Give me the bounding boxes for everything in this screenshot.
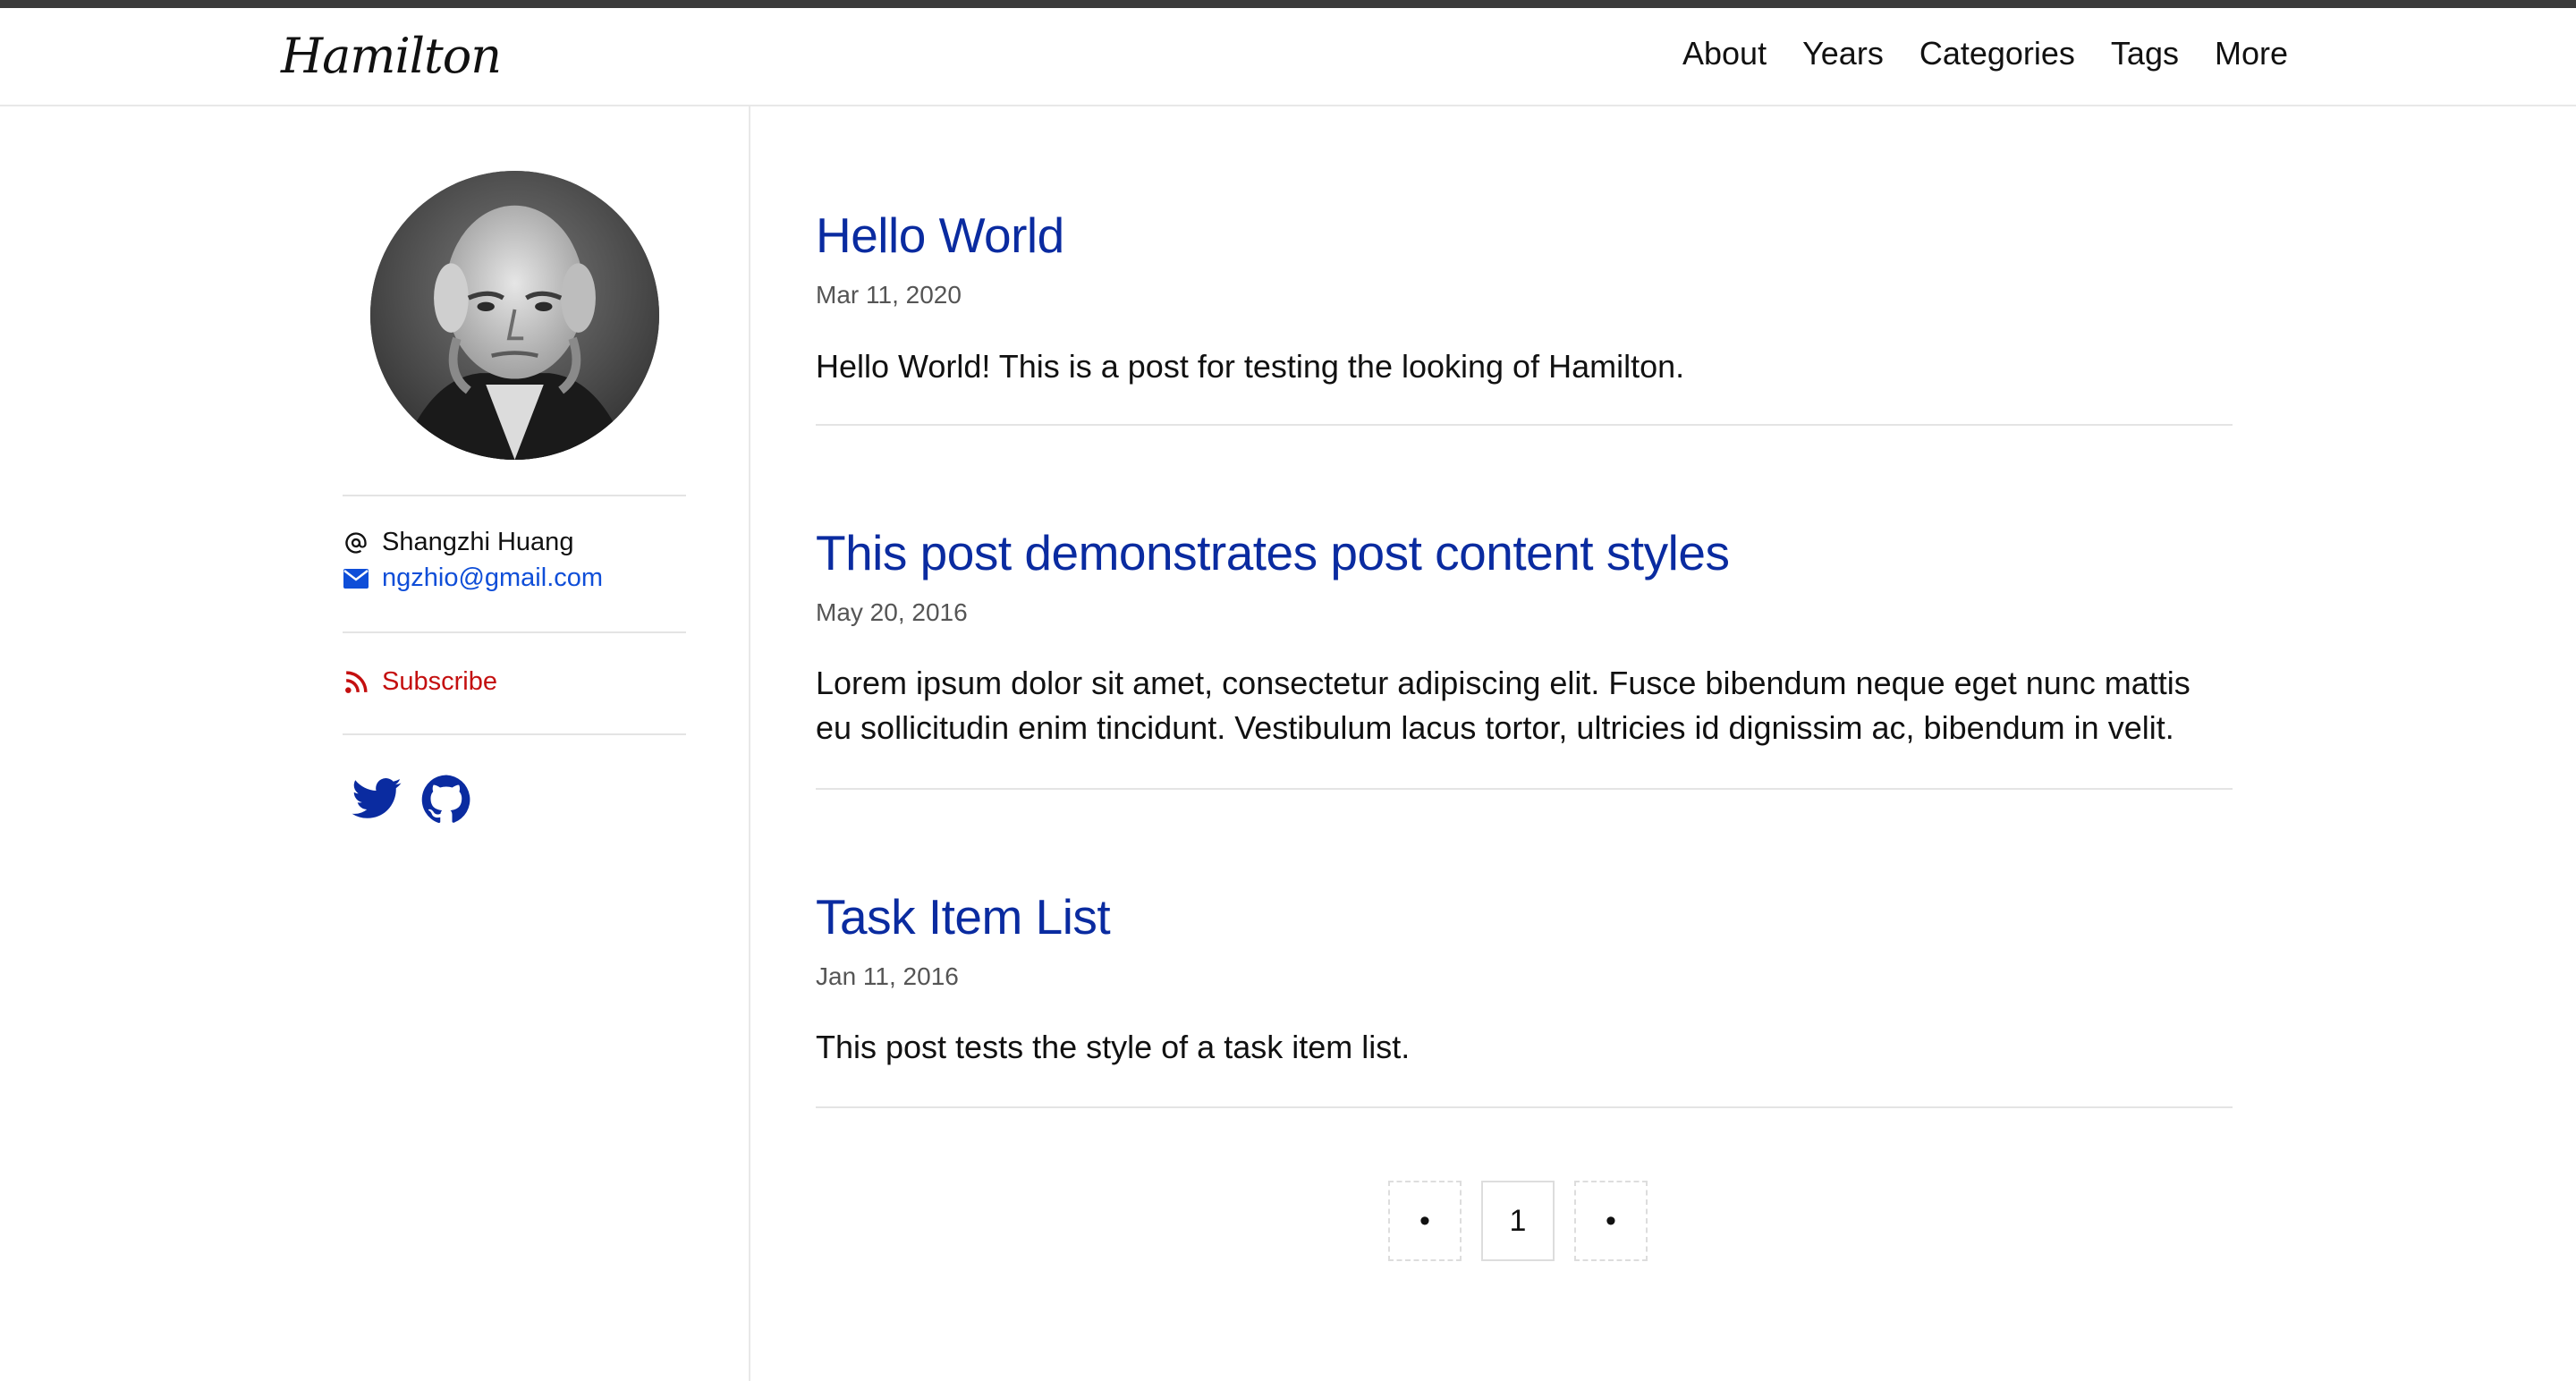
author-name: Shangzhi Huang — [382, 528, 574, 556]
post-date: Jan 11, 2016 — [816, 962, 959, 990]
post-excerpt: Hello World! This is a post for testing … — [816, 348, 1685, 385]
post-excerpt: Lorem ipsum dolor sit amet, consectetur … — [816, 665, 2190, 746]
sidebar-separator — [343, 631, 686, 633]
pagination-current-page[interactable]: 1 — [1481, 1181, 1555, 1261]
post-title-link[interactable]: Hello World — [816, 207, 1064, 264]
main-nav: About Years Categories Tags More — [1682, 35, 2288, 72]
post-item: This post demonstrates post content styl… — [816, 426, 2233, 790]
author-avatar — [370, 171, 659, 460]
envelope-icon — [343, 565, 369, 592]
nav-item-about[interactable]: About — [1682, 35, 1767, 72]
author-email-link[interactable]: ngzhio@gmail.com — [382, 563, 603, 593]
nav-item-tags[interactable]: Tags — [2111, 35, 2179, 72]
post-item: Hello World Mar 11, 2020 Hello World! Th… — [816, 106, 2233, 426]
sidebar-divider — [749, 106, 750, 1381]
subscribe-link[interactable]: Subscribe — [382, 667, 497, 697]
post-title-link[interactable]: Task Item List — [816, 888, 1111, 945]
pagination: • 1 • — [1388, 1181, 1648, 1261]
twitter-icon[interactable] — [350, 773, 403, 826]
site-brand-link[interactable]: Hamilton — [281, 28, 502, 84]
nav-item-more[interactable]: More — [2215, 35, 2288, 72]
post-date: Mar 11, 2020 — [816, 281, 962, 309]
author-name-row: Shangzhi Huang — [343, 528, 573, 557]
top-stripe — [0, 0, 2576, 8]
post-item: Task Item List Jan 11, 2016 This post te… — [816, 790, 2233, 1108]
github-icon[interactable] — [419, 773, 473, 826]
site-header: Hamilton About Years Categories Tags Mor… — [0, 8, 2576, 106]
subscribe-row: Subscribe — [343, 667, 497, 697]
nav-item-years[interactable]: Years — [1802, 35, 1884, 72]
rss-icon — [343, 669, 369, 696]
sidebar-separator — [343, 495, 686, 496]
post-date: May 20, 2016 — [816, 598, 968, 626]
pagination-next: • — [1574, 1181, 1648, 1261]
nav-item-categories[interactable]: Categories — [1919, 35, 2075, 72]
sidebar-separator — [343, 733, 686, 735]
author-email-row: ngzhio@gmail.com — [343, 563, 603, 593]
social-links — [350, 773, 473, 826]
at-icon — [343, 530, 369, 556]
post-excerpt: This post tests the style of a task item… — [816, 1029, 1411, 1065]
post-title-link[interactable]: This post demonstrates post content styl… — [816, 524, 1730, 581]
pagination-prev: • — [1388, 1181, 1462, 1261]
